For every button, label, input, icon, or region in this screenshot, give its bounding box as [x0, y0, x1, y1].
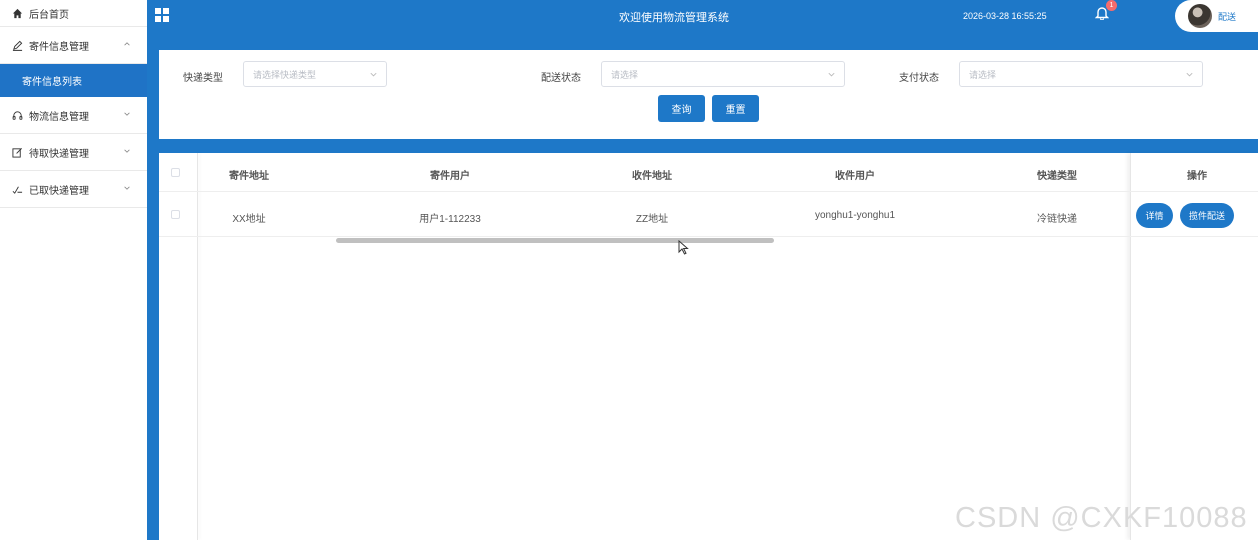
table-cell: 用户1-112233 — [419, 214, 481, 225]
search-panel: 快递类型 请选择快递类型 配送状态 请选择 支付状态 请选择 查询 重置 — [159, 50, 1258, 139]
watermark: CSDN @CXKF10088 — [955, 502, 1248, 534]
avatar — [1188, 4, 1212, 28]
chevron-up-icon — [123, 40, 133, 50]
main-frame: 欢迎使用物流管理系统 2026-03-28 16:55:25 1 配送 快递类型… — [147, 0, 1258, 540]
delivery-status-placeholder: 请选择 — [611, 69, 639, 80]
sidebar-item-label: 待取快递管理 — [29, 148, 89, 160]
chevron-down-icon — [827, 70, 836, 79]
chevron-down-icon — [123, 110, 133, 120]
query-button[interactable]: 查询 — [658, 95, 705, 122]
chevron-down-icon — [123, 147, 133, 157]
payment-status-label: 支付状态 — [899, 73, 939, 84]
express-type-label: 快递类型 — [183, 73, 223, 84]
column-header: 寄件用户 — [430, 171, 470, 182]
pen-icon — [11, 39, 23, 51]
sidebar-item-logistics[interactable]: 物流信息管理 — [0, 97, 147, 134]
username: 配送 — [1218, 11, 1237, 22]
top-header: 欢迎使用物流管理系统 2026-03-28 16:55:25 1 配送 — [147, 0, 1258, 50]
sidebar-item-pending[interactable]: 待取快递管理 — [0, 134, 147, 171]
delivery-status-select[interactable]: 请选择 — [601, 61, 845, 87]
notification-badge: 1 — [1106, 0, 1117, 11]
column-header: 操作 — [1187, 171, 1207, 182]
payment-status-placeholder: 请选择 — [969, 69, 997, 80]
page-title: 欢迎使用物流管理系统 — [619, 12, 729, 24]
select-all-checkbox[interactable] — [171, 168, 180, 177]
column-header: 收件地址 — [632, 171, 672, 182]
user-menu[interactable]: 配送 — [1175, 0, 1258, 32]
table-header: 寄件地址 寄件用户 收件地址 收件用户 快递类型 操作 — [159, 153, 1258, 191]
table-cell: yonghu1-yonghu1 — [814, 210, 896, 221]
column-header: 寄件地址 — [229, 171, 269, 182]
mouse-cursor-icon — [678, 239, 690, 256]
row-checkbox[interactable] — [171, 210, 180, 219]
horizontal-scrollbar[interactable] — [336, 238, 774, 243]
detail-button[interactable]: 详情 — [1136, 203, 1173, 228]
menu-grid-icon[interactable] — [155, 8, 169, 22]
reset-button[interactable]: 重置 — [712, 95, 759, 122]
sidebar-item-label: 已取快递管理 — [29, 185, 89, 197]
sidebar-item-picked[interactable]: 已取快递管理 — [0, 171, 147, 208]
sidebar-item-send-info[interactable]: 寄件信息管理 — [0, 27, 147, 64]
table-cell: 冷链快递 — [1037, 214, 1077, 225]
table-row: XX地址 用户1-112233 ZZ地址 yonghu1-yonghu1 冷链快… — [159, 191, 1258, 237]
edit-icon — [11, 146, 23, 158]
datetime: 2026-03-28 16:55:25 — [963, 11, 1047, 21]
home-icon — [11, 7, 23, 19]
sidebar-item-label: 后台首页 — [29, 9, 69, 21]
express-type-select[interactable]: 请选择快递类型 — [243, 61, 387, 87]
sidebar-item-label: 物流信息管理 — [29, 111, 89, 123]
table-cell: XX地址 — [232, 214, 266, 225]
chevron-down-icon — [123, 184, 133, 194]
sidebar-subitem-send-list[interactable]: 寄件信息列表 — [0, 64, 147, 97]
signature-icon — [11, 183, 23, 195]
headset-icon — [11, 109, 23, 121]
chevron-down-icon — [369, 70, 378, 79]
column-header: 收件用户 — [835, 171, 875, 182]
delivery-status-label: 配送状态 — [541, 73, 581, 84]
sidebar-item-home[interactable]: 后台首页 — [0, 0, 147, 27]
sidebar-item-label: 寄件信息管理 — [29, 41, 89, 53]
table-cell: ZZ地址 — [635, 214, 669, 225]
sidebar: 后台首页 寄件信息管理 寄件信息列表 物流信息管理 待取快递管理 已取快递管理 — [0, 0, 147, 540]
sidebar-subitem-label: 寄件信息列表 — [22, 77, 82, 88]
payment-status-select[interactable]: 请选择 — [959, 61, 1203, 87]
express-type-placeholder: 请选择快递类型 — [253, 69, 317, 80]
data-table: 寄件地址 寄件用户 收件地址 收件用户 快递类型 操作 XX地址 用户1-112… — [159, 153, 1258, 540]
pickup-deliver-button[interactable]: 揽件配送 — [1180, 203, 1234, 228]
column-header: 快递类型 — [1037, 171, 1077, 182]
chevron-down-icon — [1185, 70, 1194, 79]
